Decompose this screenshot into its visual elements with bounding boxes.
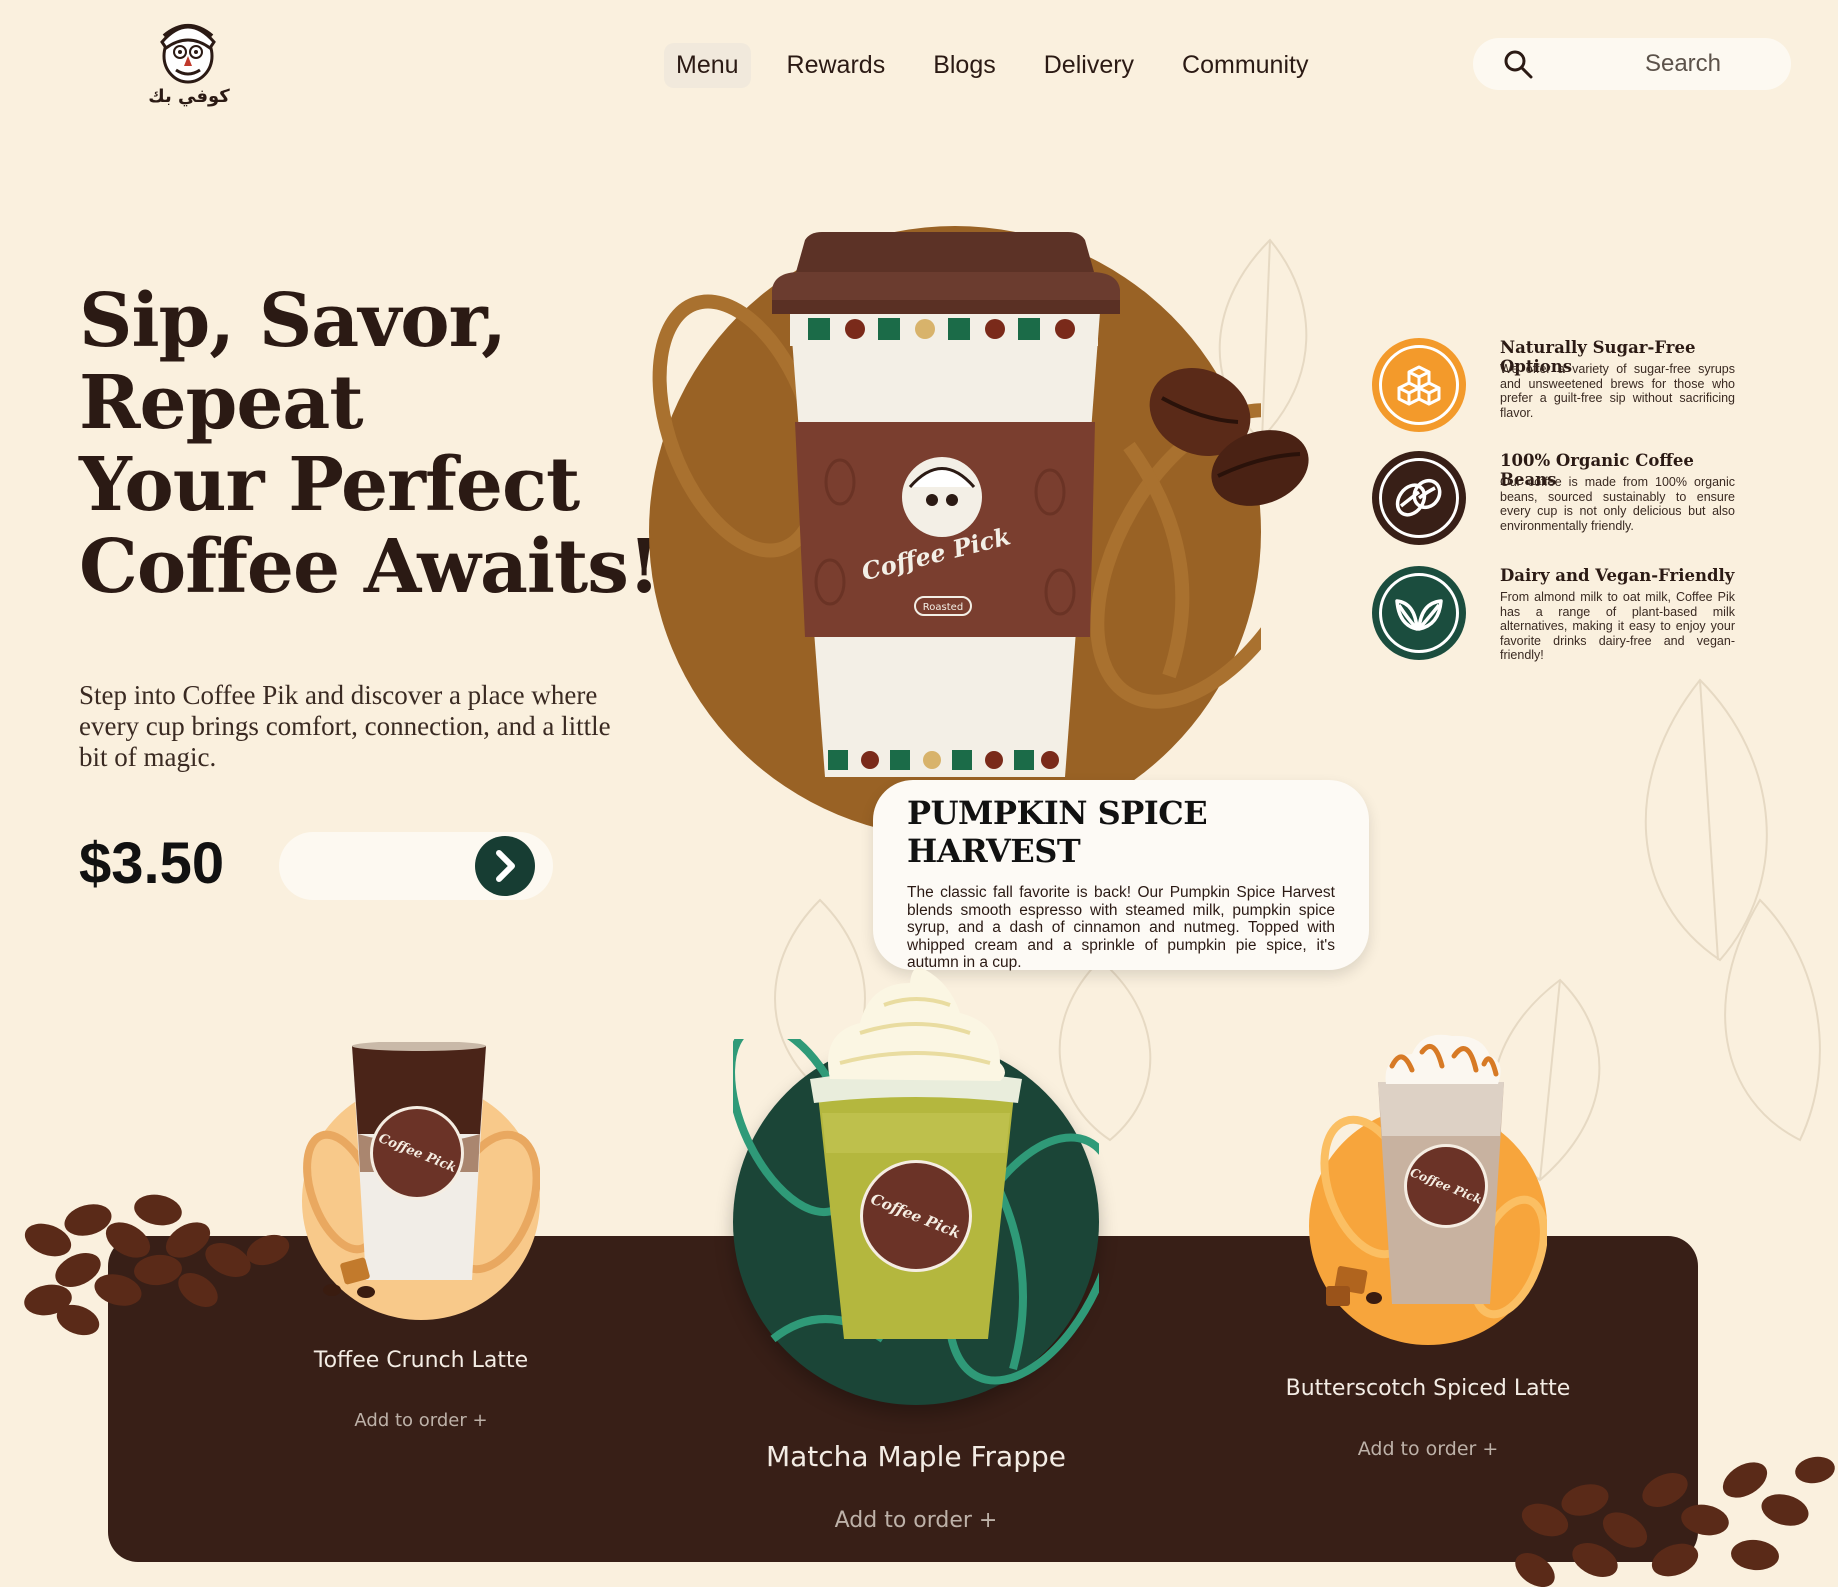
- coffee-beans-icon: [1372, 451, 1466, 545]
- toffee-pieces-image: [323, 1257, 375, 1298]
- logo-arabic-text: كوفي بك: [148, 86, 230, 107]
- feature-sugar-free: Naturally Sugar-Free Options We offer a …: [1372, 338, 1735, 438]
- nav-delivery[interactable]: Delivery: [1032, 43, 1146, 88]
- badge-text: Coffee Pick: [1408, 1165, 1484, 1207]
- mascot-logo-icon: [160, 24, 216, 84]
- coffee-pick-badge: Coffee Pick: [370, 1106, 464, 1200]
- nav-community[interactable]: Community: [1170, 43, 1320, 88]
- featured-description: The classic fall favorite is back! Our P…: [907, 884, 1335, 971]
- price-label: $3.50: [79, 831, 225, 896]
- nav-rewards[interactable]: Rewards: [775, 43, 898, 88]
- add-to-order-button[interactable]: Add to order +: [1268, 1438, 1588, 1460]
- hero-title-line: Coffee Awaits!: [79, 524, 660, 610]
- sugar-cubes-icon: [1372, 338, 1466, 432]
- badge-text: Coffee Pick: [868, 1189, 964, 1243]
- search-input[interactable]: [1583, 50, 1783, 78]
- add-to-order-button[interactable]: Add to order +: [716, 1508, 1116, 1533]
- feature-text: From almond milk to oat milk, Coffee Pik…: [1500, 590, 1735, 662]
- nav-blogs[interactable]: Blogs: [921, 43, 1008, 88]
- feature-text: Our coffee is made from 100% organic bea…: [1500, 475, 1735, 533]
- order-pill[interactable]: [279, 832, 553, 900]
- featured-title: PUMPKIN SPICE HARVEST: [907, 794, 1208, 870]
- main-nav: Menu Rewards Blogs Delivery Community: [664, 40, 1320, 90]
- product-name: Matcha Maple Frappe: [765, 1440, 1066, 1473]
- hero-title-line: Sip, Savor,: [79, 278, 507, 364]
- coffee-pick-badge: Coffee Pick: [1404, 1144, 1488, 1228]
- matcha-frappe-image: [810, 967, 1022, 1339]
- search-icon: [1504, 50, 1533, 79]
- product-name: Toffee Crunch Latte: [313, 1348, 529, 1373]
- feature-text: We offer a variety of sugar-free syrups …: [1500, 362, 1735, 420]
- brand-logo[interactable]: كوفي بك: [148, 12, 230, 116]
- feature-title: Dairy and Vegan-Friendly: [1500, 566, 1735, 585]
- caramel-pieces-image: [1326, 1266, 1382, 1306]
- badge-text: Coffee Pick: [375, 1130, 459, 1176]
- featured-cup-image: Coffee Pick Roasted: [772, 232, 1120, 777]
- product-name: Butterscotch Spiced Latte: [1285, 1376, 1571, 1401]
- hero-title-line: Your Perfect: [79, 442, 580, 528]
- hero-title: Sip, Savor, Repeat Your Perfect Coffee A…: [79, 280, 679, 608]
- cup-sub-text: Roasted: [923, 602, 963, 613]
- nav-menu[interactable]: Menu: [664, 42, 751, 88]
- bean-pile-right-image: [1515, 1456, 1835, 1587]
- search-bar[interactable]: [1473, 38, 1791, 90]
- featured-info-card: PUMPKIN SPICE HARVEST The classic fall f…: [873, 780, 1369, 971]
- hero-description: Step into Coffee Pik and discover a plac…: [79, 680, 611, 772]
- add-to-order-button[interactable]: Add to order +: [268, 1410, 574, 1431]
- feature-vegan: Dairy and Vegan-Friendly From almond mil…: [1372, 566, 1735, 666]
- feature-organic: 100% Organic Coffee Beans Our coffee is …: [1372, 451, 1735, 551]
- coffee-beans-image: [1149, 368, 1309, 506]
- hero-title-line: Repeat: [79, 360, 364, 446]
- bean-pile-left-image: [24, 1194, 290, 1336]
- go-button[interactable]: [475, 836, 535, 896]
- chevron-right-icon: [496, 850, 515, 882]
- leaves-icon: [1372, 566, 1466, 660]
- coffee-pick-badge: Coffee Pick: [860, 1160, 972, 1272]
